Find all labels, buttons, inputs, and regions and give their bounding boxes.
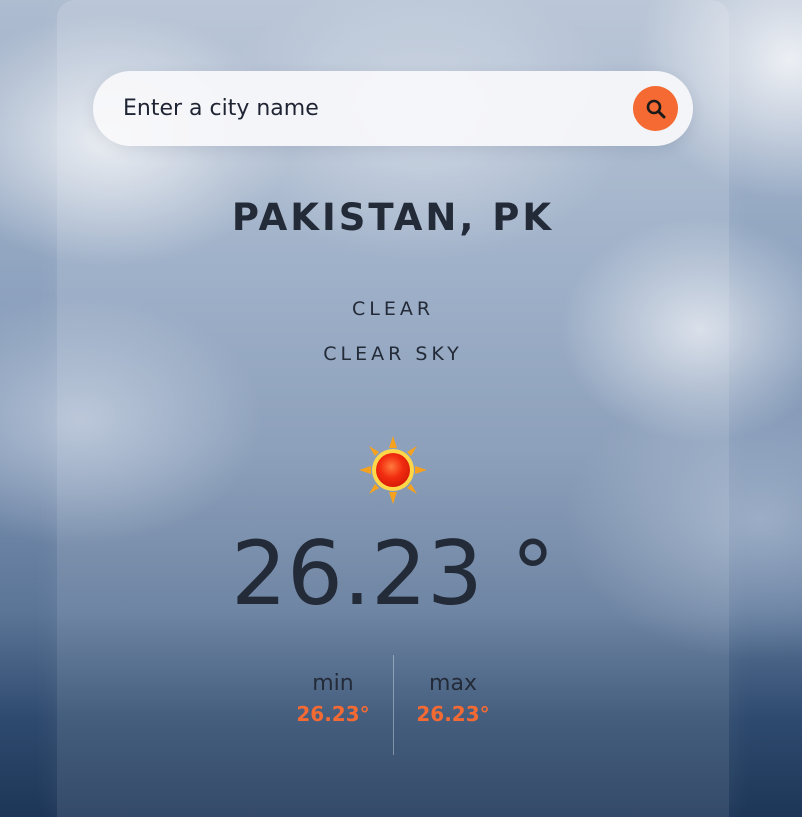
- min-value: 26.23°: [296, 702, 370, 726]
- min-temperature: min 26.23°: [273, 671, 393, 726]
- max-label: max: [429, 671, 477, 696]
- weather-description: CLEAR SKY: [323, 343, 463, 365]
- location-title: PAKISTAN, PK: [231, 196, 555, 239]
- max-temperature: max 26.23°: [393, 671, 513, 726]
- temperature-range: min 26.23° max 26.23°: [57, 655, 729, 755]
- weather-card: PAKISTAN, PK CLEAR CLEAR SKY 26.23 ° min: [57, 0, 729, 817]
- min-label: min: [312, 671, 354, 696]
- sun-icon: [359, 436, 427, 504]
- search-icon: [646, 99, 665, 118]
- max-value: 26.23°: [416, 702, 490, 726]
- city-search-input[interactable]: [123, 71, 593, 146]
- search-button[interactable]: [633, 86, 678, 131]
- weather-condition: CLEAR: [351, 298, 435, 320]
- current-temperature: 26.23 °: [231, 522, 555, 625]
- search-bar: [93, 71, 693, 146]
